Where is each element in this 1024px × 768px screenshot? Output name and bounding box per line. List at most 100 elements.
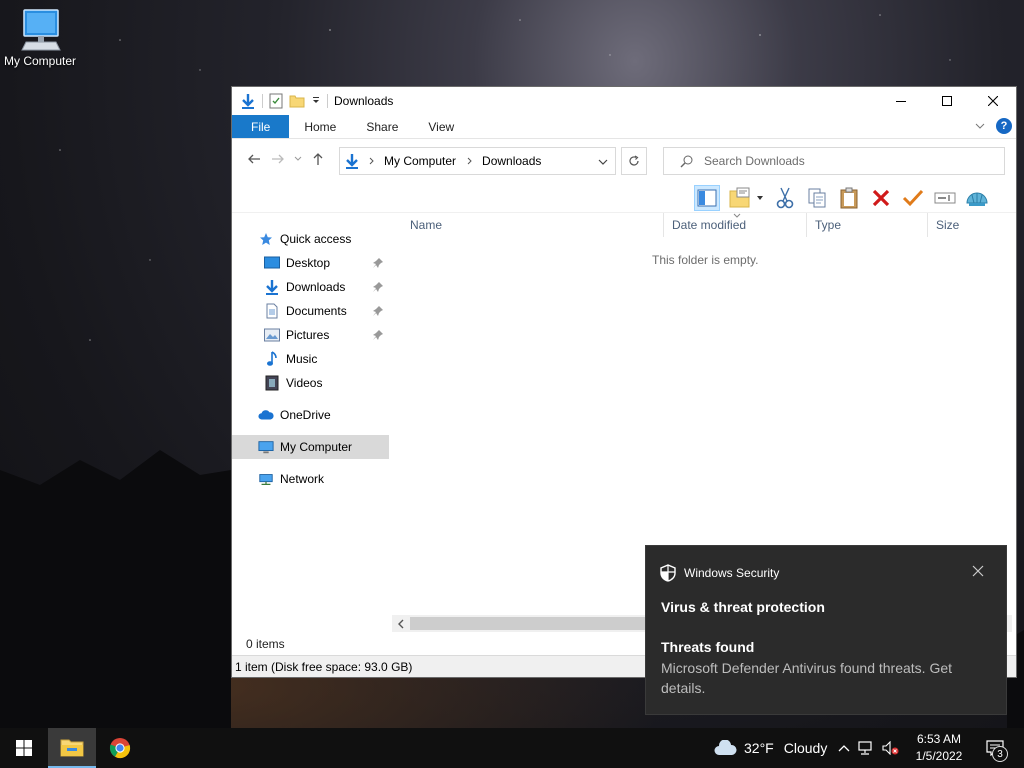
- pin-icon[interactable]: [372, 281, 384, 293]
- new-folder-icon[interactable]: [289, 93, 305, 109]
- nav-item-downloads[interactable]: Downloads: [232, 275, 389, 299]
- empty-folder-message: This folder is empty.: [652, 253, 759, 267]
- arrow-up-icon: [313, 153, 323, 165]
- tab-home[interactable]: Home: [289, 115, 351, 138]
- column-header-name[interactable]: Name: [402, 213, 664, 237]
- scroll-left-icon[interactable]: [396, 619, 406, 629]
- nav-item-my-computer[interactable]: My Computer: [232, 435, 389, 459]
- command-toolbar: [694, 183, 990, 213]
- shell-icon: [966, 192, 988, 206]
- breadcrumb-chevron-icon[interactable]: [366, 156, 378, 166]
- column-header-type[interactable]: Type: [807, 213, 928, 237]
- tab-view[interactable]: View: [413, 115, 469, 138]
- nav-item-music[interactable]: Music: [232, 347, 389, 371]
- nav-item-label: My Computer: [280, 440, 353, 454]
- select-button[interactable]: [900, 185, 926, 211]
- nav-item-label: Music: [286, 352, 318, 366]
- tab-file[interactable]: File: [232, 115, 290, 138]
- delete-button[interactable]: [868, 185, 894, 211]
- start-button[interactable]: [0, 728, 48, 768]
- taskbar-file-explorer[interactable]: [48, 728, 96, 768]
- search-placeholder: Search Downloads: [704, 154, 805, 168]
- nav-item-desktop[interactable]: Desktop: [232, 251, 389, 275]
- copy-button[interactable]: [804, 185, 830, 211]
- nav-item-videos[interactable]: Videos: [232, 371, 389, 395]
- sort-indicator-icon: [733, 213, 741, 218]
- tab-share[interactable]: Share: [351, 115, 413, 138]
- nav-item-network[interactable]: Network: [232, 467, 389, 491]
- nav-item-label: Downloads: [286, 280, 346, 294]
- recent-locations-button[interactable]: [290, 147, 306, 171]
- notification-body: Microsoft Defender Antivirus found threa…: [661, 660, 953, 696]
- copy-icon: [808, 188, 826, 208]
- expand-ribbon-icon[interactable]: [974, 120, 986, 132]
- pictures-icon: [264, 328, 280, 342]
- network-icon[interactable]: [858, 741, 874, 755]
- back-button[interactable]: [242, 147, 266, 171]
- new-folder-menu-button[interactable]: [726, 185, 766, 211]
- address-bar[interactable]: My Computer Downloads: [339, 147, 616, 175]
- pin-icon[interactable]: [372, 257, 384, 269]
- document-icon: [266, 303, 278, 319]
- nav-item-label: Desktop: [286, 256, 331, 270]
- star-icon: [260, 233, 272, 245]
- search-icon: [680, 155, 693, 168]
- chevron-down-icon[interactable]: [597, 157, 609, 167]
- maximize-button[interactable]: [924, 87, 970, 115]
- qat-separator: [262, 94, 263, 108]
- scissors-icon: [776, 187, 794, 209]
- pin-icon[interactable]: [372, 329, 384, 341]
- desktop-icon-my-computer[interactable]: My Computer: [0, 8, 80, 68]
- weather-widget[interactable]: 32°F Cloudy: [714, 728, 827, 768]
- chevron-down-icon[interactable]: [311, 96, 321, 106]
- breadcrumb-chevron-icon[interactable]: [464, 156, 476, 166]
- close-icon[interactable]: [972, 565, 984, 577]
- breadcrumb-my-computer[interactable]: My Computer: [384, 154, 456, 168]
- title-bar: Downloads: [232, 87, 1016, 115]
- up-button[interactable]: [306, 147, 330, 171]
- pin-icon[interactable]: [372, 305, 384, 317]
- properties-icon[interactable]: [269, 93, 283, 109]
- clipboard-icon: [840, 187, 858, 209]
- volume-muted-icon[interactable]: [882, 741, 900, 755]
- nav-item-label: OneDrive: [280, 408, 331, 422]
- rename-icon: [934, 192, 956, 204]
- status-text: 1 item (Disk free space: 93.0 GB): [235, 659, 413, 674]
- paste-button[interactable]: [836, 185, 862, 211]
- search-input[interactable]: Search Downloads: [663, 147, 1005, 175]
- navigation-pane: Quick access Desktop Downloads Documents…: [232, 227, 389, 491]
- breadcrumb-downloads[interactable]: Downloads: [482, 154, 541, 168]
- shell-button[interactable]: [964, 185, 990, 211]
- rename-button[interactable]: [932, 185, 958, 211]
- chevron-down-icon: [294, 156, 302, 161]
- system-clock[interactable]: 6:53 AM 1/5/2022: [908, 731, 970, 765]
- ribbon-right-controls: ?: [974, 118, 1012, 134]
- system-tray: [838, 728, 900, 768]
- security-notification[interactable]: Windows Security Virus & threat protecti…: [645, 545, 1007, 715]
- nav-item-pictures[interactable]: Pictures: [232, 323, 389, 347]
- minimize-button[interactable]: [878, 87, 924, 115]
- cloud-icon: [714, 740, 737, 755]
- music-note-icon: [267, 351, 277, 366]
- nav-item-label: Videos: [286, 376, 323, 390]
- download-arrow-icon: [346, 154, 358, 169]
- refresh-button[interactable]: [621, 147, 647, 175]
- nav-item-documents[interactable]: Documents: [232, 299, 389, 323]
- column-header-size[interactable]: Size: [928, 213, 1008, 237]
- taskbar-chrome[interactable]: [96, 728, 144, 768]
- chevron-up-icon[interactable]: [838, 743, 850, 753]
- chrome-icon: [109, 738, 131, 759]
- navigation-pane-button[interactable]: [694, 185, 720, 211]
- cut-button[interactable]: [772, 185, 798, 211]
- help-icon[interactable]: ?: [996, 118, 1012, 134]
- notification-count-badge: 3: [992, 746, 1008, 762]
- action-center-button[interactable]: 3: [980, 728, 1010, 768]
- folder-properties-icon: [729, 187, 749, 208]
- close-button[interactable]: [970, 87, 1016, 115]
- nav-item-quick-access[interactable]: Quick access: [232, 227, 389, 251]
- forward-button[interactable]: [266, 147, 290, 171]
- nav-item-onedrive[interactable]: OneDrive: [232, 403, 389, 427]
- maximize-icon: [942, 96, 952, 106]
- window-controls: [878, 87, 1016, 115]
